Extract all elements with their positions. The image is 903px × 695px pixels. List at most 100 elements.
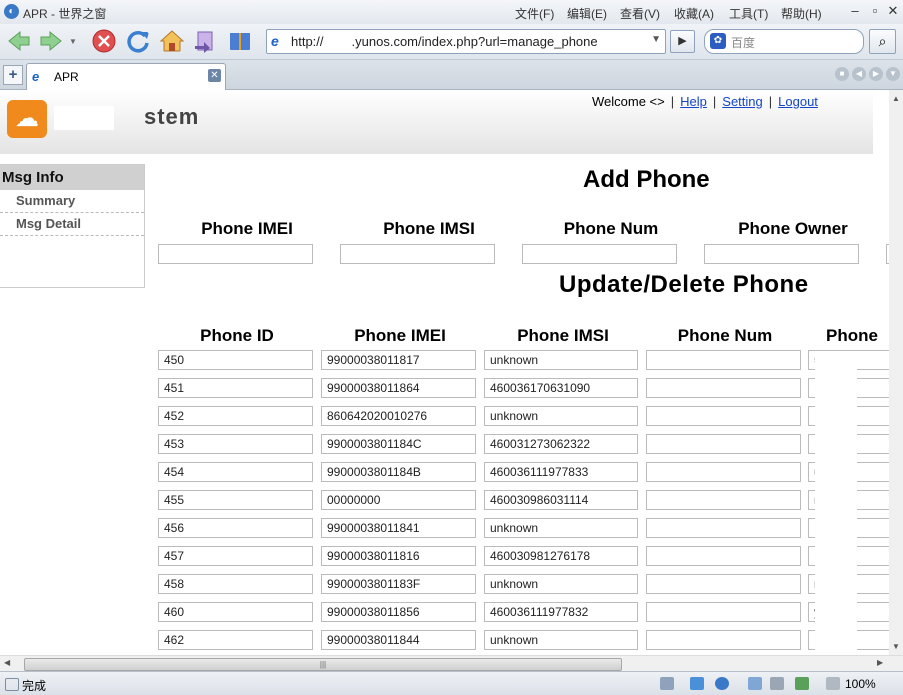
row-id-input[interactable]: 454 [158,462,313,482]
menu-favorites[interactable]: 收藏(A) [674,5,714,22]
history-dropdown-icon[interactable]: ▼ [69,37,77,46]
downloads-arrow-icon[interactable] [748,677,762,690]
row-id-input[interactable]: 453 [158,434,313,454]
add-num-input[interactable] [522,244,677,264]
tab-scroll-right-icon[interactable]: ▶ [869,67,883,81]
row-imsi-input[interactable]: 460030981276178 [484,546,638,566]
row-imei-input[interactable]: 00000000 [321,490,476,510]
zoom-level[interactable]: 100% [845,677,876,691]
row-num-input[interactable] [646,406,801,426]
row-id-input[interactable]: 457 [158,546,313,566]
row-id-input[interactable]: 450 [158,350,313,370]
row-imei-input[interactable]: 9900003801183F [321,574,476,594]
security-icon[interactable] [795,677,809,690]
sidebar-item-msg-detail[interactable]: Msg Detail [0,213,144,236]
horizontal-scrollbar[interactable]: ◀ ||| ▶ [0,655,903,671]
row-num-input[interactable] [646,350,801,370]
menu-file[interactable]: 文件(F) [515,5,554,22]
row-imsi-input[interactable]: unknown [484,574,638,594]
refresh-icon[interactable] [125,28,151,54]
add-imsi-input[interactable] [340,244,495,264]
row-imsi-input[interactable]: 460036170631090 [484,378,638,398]
row-id-input[interactable]: 456 [158,518,313,538]
row-id-input[interactable]: 452 [158,406,313,426]
row-num-input[interactable] [646,630,801,650]
address-dropdown-icon[interactable]: ▼ [651,34,661,45]
logout-link[interactable]: Logout [778,94,818,109]
row-imsi-input[interactable]: 460036111977833 [484,462,638,482]
address-bar[interactable]: e http:// .yunos.com/index.php?url=manage… [266,29,666,54]
restore-page-icon[interactable] [192,28,218,54]
scroll-up-icon[interactable]: ▲ [892,94,900,103]
tab-list-icon[interactable]: ■ [835,67,849,81]
row-id-input[interactable]: 462 [158,630,313,650]
row-imei-input[interactable]: 99000038011844 [321,630,476,650]
row-imei-input[interactable]: 9900003801184B [321,462,476,482]
row-imei-input[interactable]: 9900003801184C [321,434,476,454]
tab-menu-icon[interactable]: ▼ [886,67,900,81]
row-imsi-input[interactable]: unknown [484,350,638,370]
row-imsi-input[interactable]: 460036111977832 [484,602,638,622]
row-num-input[interactable] [646,378,801,398]
row-imei-input[interactable]: 99000038011864 [321,378,476,398]
popup-block-icon[interactable] [660,677,674,690]
row-imsi-input[interactable]: unknown [484,406,638,426]
go-button[interactable]: ▶ [670,30,695,53]
scroll-right-icon[interactable]: ▶ [877,658,883,667]
add-owner-input[interactable] [704,244,859,264]
ie-mode-icon[interactable] [715,677,729,690]
scroll-left-icon[interactable]: ◀ [4,658,10,667]
close-tab-icon[interactable]: ✕ [208,69,221,82]
menu-help[interactable]: 帮助(H) [781,5,822,22]
menu-edit[interactable]: 编辑(E) [567,5,607,22]
row-imsi-input[interactable]: 460030986031114 [484,490,638,510]
row-num-input[interactable] [646,462,801,482]
row-imei-input[interactable]: 99000038011841 [321,518,476,538]
row-num-input[interactable] [646,602,801,622]
menu-view[interactable]: 查看(V) [620,5,660,22]
row-imsi-input[interactable]: unknown [484,518,638,538]
row-imsi-input[interactable]: unknown [484,630,638,650]
row-num-input[interactable] [646,434,801,454]
row-num-input[interactable] [646,518,801,538]
search-box[interactable]: ✿ 百度 [704,29,864,54]
address-text[interactable]: http:// .yunos.com/index.php?url=manage_p… [291,34,598,49]
setting-link[interactable]: Setting [722,94,762,109]
vertical-scrollbar[interactable]: ▲ ▼ [889,90,903,655]
stop-icon[interactable] [91,28,117,54]
zoom-icon[interactable] [826,677,840,690]
row-imsi-input[interactable]: 460031273062322 [484,434,638,454]
minimize-icon[interactable]: – [847,3,863,19]
menu-tools[interactable]: 工具(T) [729,5,768,22]
download-icon[interactable] [690,677,704,690]
row-id-input[interactable]: 458 [158,574,313,594]
sound-icon[interactable] [770,677,784,690]
row-imei-input[interactable]: 99000038011817 [321,350,476,370]
row-num-input[interactable] [646,546,801,566]
add-imei-input[interactable] [158,244,313,264]
sidebar-item-summary[interactable]: Summary [0,190,144,213]
tab-apr[interactable]: e APR ✕ [26,63,226,90]
row-id-input[interactable]: 455 [158,490,313,510]
row-num-input[interactable] [646,574,801,594]
home-icon[interactable] [159,28,185,54]
welcome-bar: Welcome <> | Help | Setting | Logout [592,94,818,109]
row-num-input[interactable] [646,490,801,510]
new-tab-button[interactable]: + [3,65,23,85]
favorites-book-icon[interactable] [227,28,253,54]
row-id-input[interactable]: 460 [158,602,313,622]
row-imei-input[interactable]: 860642020010276 [321,406,476,426]
maximize-icon[interactable]: ▫ [867,3,883,19]
help-link[interactable]: Help [680,94,707,109]
tab-label: APR [54,70,79,84]
search-icon[interactable]: ⌕ [869,29,896,54]
row-imei-input[interactable]: 99000038011856 [321,602,476,622]
tab-scroll-left-icon[interactable]: ◀ [852,67,866,81]
scroll-down-icon[interactable]: ▼ [892,642,900,651]
close-window-icon[interactable]: ✕ [885,3,901,19]
horizontal-scroll-thumb[interactable]: ||| [24,658,622,671]
row-id-input[interactable]: 451 [158,378,313,398]
forward-icon[interactable] [38,28,64,54]
back-icon[interactable] [6,28,32,54]
row-imei-input[interactable]: 99000038011816 [321,546,476,566]
